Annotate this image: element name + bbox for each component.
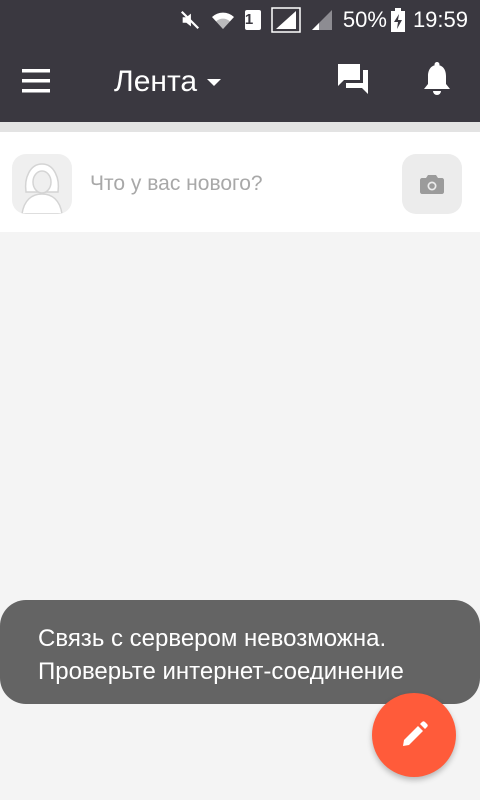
avatar[interactable] <box>12 154 72 214</box>
camera-icon <box>420 175 444 194</box>
post-composer <box>0 132 480 232</box>
page-title: Лента <box>114 65 198 98</box>
toast-line-2: Проверьте интернет-соединение <box>38 658 404 685</box>
bell-icon <box>424 62 450 95</box>
status-bar: 1 50% 19:59 <box>0 0 480 40</box>
sim-badge: 1 <box>244 10 261 30</box>
signal-icon <box>271 7 301 33</box>
error-toast: Связь с сервером невозможна. Проверьте и… <box>0 600 480 704</box>
signal-weak-icon <box>311 9 333 31</box>
mute-icon <box>179 9 201 31</box>
chat-icon <box>338 64 368 94</box>
feed-selector[interactable]: Лента <box>114 62 222 102</box>
divider <box>0 122 480 132</box>
status-input[interactable] <box>90 168 370 200</box>
clock: 19:59 <box>412 7 468 32</box>
wifi-icon <box>211 9 235 31</box>
chevron-down-icon <box>207 78 222 86</box>
user-placeholder-icon <box>21 163 63 214</box>
battery-charging-icon <box>390 8 405 32</box>
add-photo-button[interactable] <box>402 154 462 214</box>
messages-button[interactable] <box>336 62 374 100</box>
menu-button[interactable] <box>20 65 56 97</box>
notifications-button[interactable] <box>422 62 456 100</box>
app-bar: Лента <box>0 40 480 122</box>
compose-post-button[interactable] <box>372 693 456 777</box>
menu-icon <box>22 69 50 93</box>
pencil-icon <box>403 721 428 746</box>
battery-percent: 50% <box>342 7 387 32</box>
toast-line-1: Связь с сервером невозможна. <box>38 625 387 652</box>
